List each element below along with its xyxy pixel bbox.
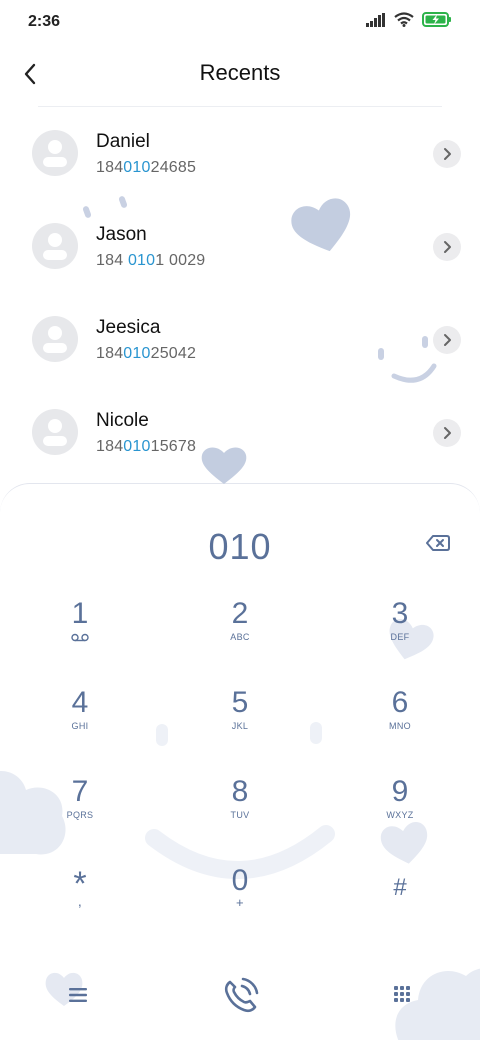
chevron-right-icon	[444, 241, 451, 253]
key-letters: DEF	[390, 632, 410, 642]
recents-list: Daniel 18401024685 Jason 184 0101 0029 J…	[0, 107, 480, 479]
signal-icon	[366, 12, 385, 27]
smile-decoration-icon	[378, 336, 437, 383]
contact-number: 18401025042	[96, 345, 197, 362]
key-letters: PQRS	[66, 810, 94, 820]
key-5[interactable]: 5 JKL	[180, 687, 300, 767]
key-8[interactable]: 8 TUV	[180, 776, 300, 856]
key-digit: 8	[231, 775, 249, 808]
key-letters: GHI	[71, 721, 89, 731]
contact-name: Daniel	[96, 131, 150, 152]
key-digit: 7	[71, 775, 89, 808]
chevron-right-icon	[444, 148, 451, 160]
voicemail-icon	[71, 633, 89, 642]
avatar	[32, 130, 78, 176]
key-6[interactable]: 6 MNO	[340, 687, 460, 767]
key-star[interactable]: * ,	[20, 867, 140, 949]
dialpad-grid-icon	[394, 986, 410, 1002]
heart-decoration-icon	[291, 198, 351, 252]
key-digit: 6	[391, 686, 409, 719]
eyes-decoration-icon	[82, 196, 128, 218]
chevron-right-icon	[444, 427, 451, 439]
key-letters: ,	[77, 893, 83, 909]
key-letters: TUV	[230, 810, 250, 820]
call-button[interactable]	[215, 970, 265, 1020]
key-7[interactable]: 7 PQRS	[20, 776, 140, 856]
key-letters: MNO	[389, 721, 411, 731]
contact-number: 18401015678	[96, 438, 197, 455]
key-0[interactable]: 0 +	[180, 865, 300, 945]
contact-name: Jeesica	[96, 317, 161, 338]
contact-name: Nicole	[96, 410, 149, 431]
backspace-button[interactable]	[426, 534, 454, 556]
key-letters: JKL	[231, 721, 249, 731]
key-1[interactable]: 1	[20, 598, 140, 678]
menu-icon	[69, 988, 87, 1002]
heart-decoration-icon	[201, 447, 247, 484]
wifi-icon	[394, 12, 414, 27]
key-3[interactable]: 3 DEF	[340, 598, 460, 678]
key-digit: 1	[71, 597, 89, 630]
contact-detail-button[interactable]	[433, 233, 461, 261]
key-digit: 4	[71, 686, 89, 719]
key-9[interactable]: 9 WXYZ	[340, 776, 460, 856]
backspace-icon	[426, 535, 450, 551]
dialed-number-display: 010	[208, 526, 272, 567]
key-4[interactable]: 4 GHI	[20, 687, 140, 767]
status-time: 2:36	[28, 13, 61, 30]
contact-number: 18401024685	[96, 159, 197, 176]
menu-button[interactable]	[53, 970, 103, 1020]
key-letters: ABC	[230, 632, 250, 642]
key-digit: 9	[391, 775, 409, 808]
key-digit: #	[393, 874, 407, 901]
contact-row-jason[interactable]: Jason 184 0101 0029	[0, 200, 480, 293]
dialer-bottom-bar	[0, 940, 480, 1040]
header: Recents	[0, 44, 480, 104]
key-letters: +	[236, 895, 244, 910]
contact-number: 184 0101 0029	[96, 252, 206, 269]
dialpad-toggle-button[interactable]	[377, 970, 427, 1020]
key-2[interactable]: 2 ABC	[180, 598, 300, 678]
key-digit: 2	[231, 597, 249, 630]
phone-call-icon	[224, 977, 259, 1013]
contact-row-daniel[interactable]: Daniel 18401024685	[0, 107, 480, 200]
status-bar: 2:36	[0, 0, 480, 44]
avatar	[32, 409, 78, 455]
key-digit: 5	[231, 686, 249, 719]
page-title: Recents	[199, 60, 281, 85]
dialpad-panel: 010 1 2 ABC 3 DEF 4 GHI 5 JKL 6 MNO 7 PQ…	[0, 483, 480, 1040]
key-digit: 3	[391, 597, 409, 630]
contact-name: Jason	[96, 224, 147, 245]
chevron-right-icon	[444, 334, 451, 346]
battery-charging-icon	[422, 12, 451, 27]
key-letters: WXYZ	[386, 810, 414, 820]
status-icons	[366, 12, 452, 27]
avatar	[32, 223, 78, 269]
contact-detail-button[interactable]	[433, 140, 461, 168]
contact-detail-button[interactable]	[433, 419, 461, 447]
avatar	[32, 316, 78, 362]
key-digit: 0	[231, 864, 249, 897]
